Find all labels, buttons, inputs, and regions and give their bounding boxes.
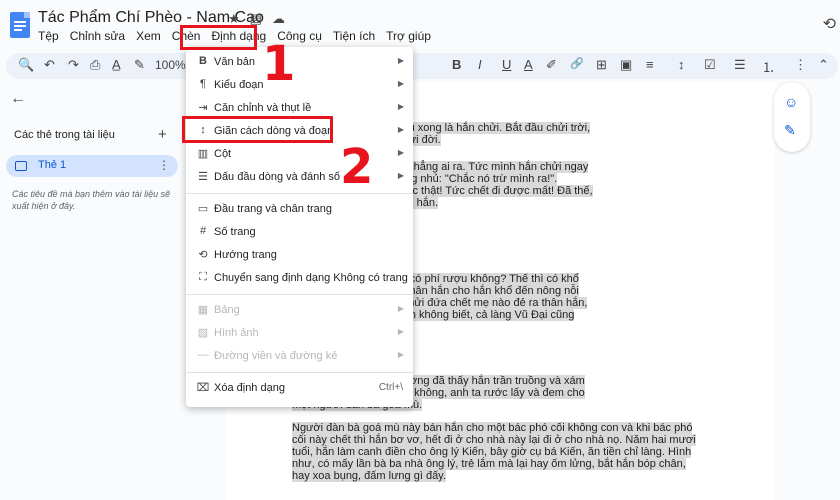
sidebar-hint: Các tiêu đề mà bạn thêm vào tài liệu sẽ … [12, 189, 171, 211]
suggest-edit-icon[interactable]: ✎ [784, 122, 796, 139]
italic-icon[interactable]: I [478, 57, 482, 72]
chevron-right-icon: ▶ [397, 125, 404, 134]
step-number-1: 1 [262, 36, 296, 92]
underline-icon[interactable]: U [502, 57, 511, 72]
tab-more-icon[interactable]: ⋮ [158, 158, 170, 172]
checklist-icon[interactable]: ☑ [704, 57, 716, 73]
shortcut-label: Ctrl+\ [378, 382, 403, 393]
text-color-icon[interactable]: A [524, 57, 533, 72]
move-folder-icon[interactable]: ▤ [250, 11, 272, 26]
columns-icon: ▥ [197, 148, 209, 160]
numbered-list-icon[interactable]: ⒈ [762, 57, 775, 76]
menu-file[interactable]: Tệp [38, 29, 59, 47]
menu-extensions[interactable]: Tiện ích [333, 29, 375, 47]
chevron-right-icon: ▶ [397, 171, 404, 180]
chevron-right-icon: ▶ [397, 148, 404, 157]
more-icon[interactable]: ⋮ [794, 57, 807, 73]
menu-item-headers-footers[interactable]: ▭ Đầu trang và chân trang [186, 198, 413, 221]
bullet-list-icon: ☰ [198, 171, 208, 183]
collapse-icon[interactable]: ⌃ [818, 57, 829, 73]
menu-item-image: ▨ Hình ảnh ▶ [197, 327, 404, 339]
image-icon: ▨ [197, 327, 209, 339]
zoom-select[interactable]: 100% [155, 58, 186, 72]
spellcheck-icon[interactable]: A̲ [112, 57, 121, 72]
tab-label: Thẻ 1 [38, 159, 67, 171]
align-icon[interactable]: ≡ [646, 57, 654, 72]
menu-item-columns[interactable]: ▥ Cột ▶ [186, 143, 413, 166]
menu-item-text[interactable]: B Văn bản ▶ [186, 51, 413, 74]
docs-logo-icon[interactable] [10, 12, 30, 38]
chevron-right-icon: ▶ [397, 102, 404, 111]
menu-view[interactable]: Xem [136, 29, 161, 47]
highlight-line-spacing-item [182, 116, 333, 143]
sidebar-item-tab-1[interactable]: Thẻ 1 ⋮ [6, 155, 178, 177]
back-arrow-icon[interactable]: ← [10, 90, 26, 108]
chevron-right-icon: ▶ [397, 327, 404, 336]
menu-item-bullets-numbering[interactable]: ☰ Dấu đầu dòng và đánh số ▶ [186, 166, 413, 189]
hash-icon: # [199, 225, 207, 237]
menu-divider [186, 193, 413, 194]
step-number-2: 2 [340, 139, 374, 195]
add-tab-icon[interactable]: + [158, 126, 167, 143]
cloud-status-icon[interactable]: ☁ [272, 11, 295, 26]
tab-icon [15, 161, 27, 171]
menu-divider [186, 372, 413, 373]
paint-format-icon[interactable]: ✎ [134, 57, 145, 73]
highlight-format-menu [180, 25, 257, 50]
emoji-reaction-icon[interactable]: ☺ [784, 94, 798, 110]
sidebar-heading: Các thẻ trong tài liệu [14, 129, 115, 141]
paragraph-icon: ¶ [200, 78, 206, 90]
menu-item-paragraph-styles[interactable]: ¶ Kiểu đoạn ▶ [186, 74, 413, 97]
history-icon[interactable]: ⟲ [823, 14, 836, 34]
menu-item-pageless[interactable]: ⛶ Chuyển sang định dạng Không có trang [186, 267, 413, 290]
menu-edit[interactable]: Chỉnh sửa [70, 29, 125, 47]
undo-icon[interactable]: ↶ [44, 57, 55, 73]
title-bar: Tác Phẩm Chí Phèo - Nam Cao ★▤☁ Tệp Chỉn… [0, 0, 840, 50]
menu-item-clear-formatting[interactable]: ⌧ Xóa định dạng Ctrl+\ [186, 377, 413, 400]
header-footer-icon: ▭ [197, 203, 209, 215]
menu-help[interactable]: Trợ giúp [386, 29, 431, 47]
link-icon[interactable]: 🔗 [570, 57, 584, 70]
menu-item-table: ▦ Bảng ▶ [197, 304, 404, 316]
side-rail: ☺ ✎ [774, 82, 810, 152]
format-menu: B Văn bản ▶ ¶ Kiểu đoạn ▶ ⇥ Căn chỉnh và… [186, 47, 413, 407]
chevron-right-icon: ▶ [397, 79, 404, 88]
document-tabs-sidebar: ← Các thẻ trong tài liệu + Thẻ 1 ⋮ Các t… [0, 82, 185, 500]
bullet-list-icon[interactable]: ☰ [734, 57, 746, 73]
line-spacing-icon[interactable]: ↕ [678, 57, 685, 72]
menu-item-page-numbers[interactable]: # Số trang [186, 221, 413, 244]
redo-icon[interactable]: ↷ [68, 57, 79, 73]
chevron-right-icon: ▶ [397, 350, 404, 359]
menu-item-page-orientation[interactable]: ⟲ Hướng trang [186, 244, 413, 267]
highlight-icon[interactable]: ✐ [546, 57, 557, 73]
print-icon[interactable]: ⎙ [90, 57, 100, 73]
bold-icon[interactable]: B [452, 57, 461, 72]
bold-icon: B [199, 55, 207, 67]
image-icon[interactable]: ▣ [620, 57, 632, 73]
line-icon: — [197, 349, 209, 361]
menu-item-borders-lines: — Đường viền và đường kẻ ▶ [197, 349, 405, 362]
toolbar: 🔍 ↶ ↷ ⎙ A̲ ✎ 100% B I U A ✐ 🔗 ⊞ ▣ ≡ ↕ ☑ … [6, 53, 838, 79]
search-icon[interactable]: 🔍 [18, 57, 34, 73]
star-icon[interactable]: ★ [228, 11, 250, 26]
paragraph: Người đàn bà goá mù này bán hắn cho một … [292, 422, 696, 482]
clear-format-icon: ⌧ [196, 382, 210, 394]
table-icon: ▦ [197, 304, 209, 316]
chevron-right-icon: ▶ [397, 56, 404, 65]
menu-divider [186, 294, 413, 295]
pageless-icon: ⛶ [199, 271, 207, 283]
chevron-right-icon: ▶ [397, 304, 404, 313]
indent-icon: ⇥ [198, 102, 208, 114]
comment-icon[interactable]: ⊞ [596, 57, 607, 73]
orientation-icon: ⟲ [198, 249, 208, 261]
